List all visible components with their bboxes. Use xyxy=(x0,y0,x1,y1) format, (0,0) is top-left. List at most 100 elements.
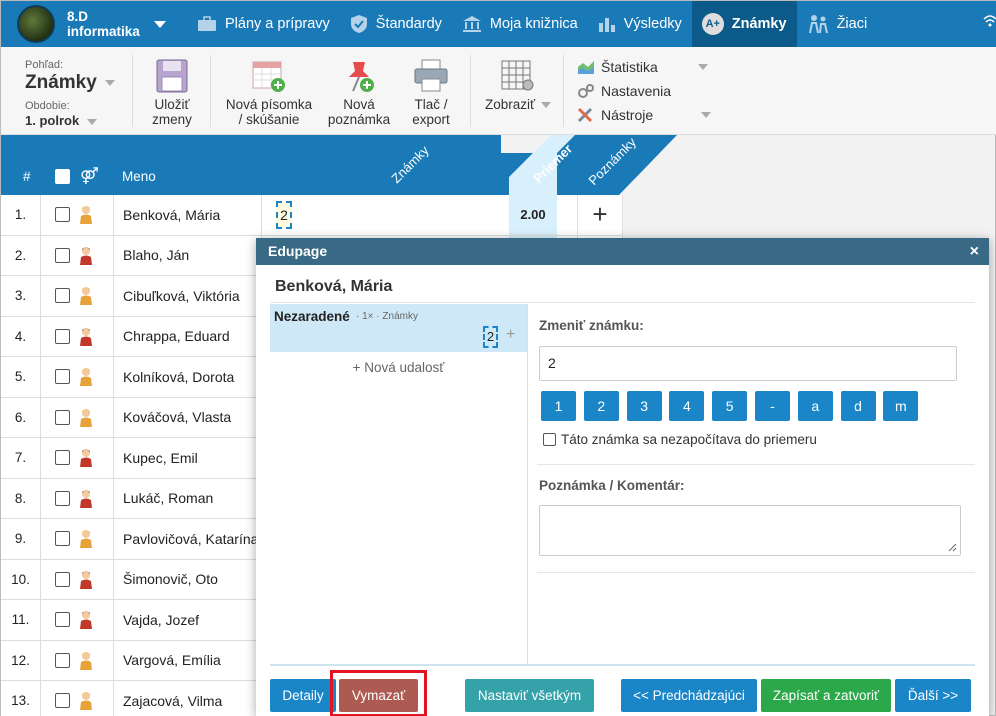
row-checkbox[interactable] xyxy=(55,693,70,708)
period-selector[interactable]: Obdobie: 1. polrok xyxy=(25,100,115,128)
row-checkbox[interactable] xyxy=(55,369,70,384)
grade-button[interactable]: - xyxy=(754,391,790,421)
student-icon xyxy=(80,206,92,224)
grade-button[interactable]: a xyxy=(797,391,833,421)
row-number: 13. xyxy=(1,681,41,716)
grade-cell[interactable]: 2 xyxy=(276,201,292,229)
previous-button[interactable]: << Predchádzajúci xyxy=(621,679,757,712)
grade-button[interactable]: 1 xyxy=(541,391,576,421)
row-checkbox[interactable] xyxy=(55,207,70,222)
average-cell: 2.00 xyxy=(509,195,557,235)
student-name[interactable]: Šimonovič, Oto xyxy=(113,559,261,599)
add-grade-icon[interactable]: + xyxy=(506,326,515,344)
row-checkbox[interactable] xyxy=(55,409,70,425)
row-number: 4. xyxy=(1,316,41,356)
student-name[interactable]: Lukáč, Roman xyxy=(113,478,261,518)
student-name[interactable]: Vargová, Emília xyxy=(113,640,261,680)
grade-button[interactable]: d xyxy=(840,391,876,421)
add-note-icon[interactable]: + xyxy=(577,195,623,235)
nav-standards[interactable]: Štandardy xyxy=(340,1,452,47)
chevron-down-icon xyxy=(153,20,166,28)
nav-students[interactable]: Žiaci xyxy=(797,1,878,47)
row-checkbox[interactable] xyxy=(55,328,70,344)
student-name[interactable]: Blaho, Ján xyxy=(113,235,261,275)
new-event-link[interactable]: + Nová udalosť xyxy=(270,360,527,375)
save-changes-button[interactable]: Uložiť zmeny xyxy=(147,59,197,127)
nav-library[interactable]: Moja knižnica xyxy=(452,1,588,47)
grade-button[interactable]: 2 xyxy=(583,391,619,421)
row-checkbox[interactable] xyxy=(55,450,70,465)
checkbox[interactable] xyxy=(543,433,556,446)
statistics-menu[interactable]: Štatistika xyxy=(577,55,711,79)
student-name[interactable]: Benková, Mária xyxy=(113,195,261,235)
grade-button[interactable]: 3 xyxy=(626,391,662,421)
student-name[interactable]: Kolníková, Dorota xyxy=(113,357,261,397)
row-number: 1. xyxy=(1,195,41,235)
area-chart-icon xyxy=(578,61,594,74)
grid-settings-icon xyxy=(501,60,534,91)
print-export-button[interactable]: Tlač / export xyxy=(406,59,456,127)
set-all-button[interactable]: Nastaviť všetkým xyxy=(465,679,594,712)
student-icon xyxy=(80,408,92,427)
student-name[interactable]: Chrappa, Eduard xyxy=(113,316,261,356)
comment-textarea[interactable] xyxy=(539,505,961,556)
grade-button[interactable]: 4 xyxy=(669,391,705,421)
change-grade-label: Zmeniť známku: xyxy=(539,318,644,333)
resize-handle-icon[interactable] xyxy=(947,542,957,552)
student-name[interactable]: Cibuľková, Viktória xyxy=(113,276,261,316)
select-all-checkbox[interactable] xyxy=(55,169,70,184)
view-selector[interactable]: Pohľad: Známky Obdobie: 1. polrok xyxy=(25,59,115,128)
divider xyxy=(270,302,975,303)
top-navigation: 8.D informatika Plány a prípravy Štandar… xyxy=(1,1,996,47)
chevron-down-icon xyxy=(697,64,708,70)
row-checkbox[interactable] xyxy=(55,247,70,263)
grades-cell[interactable]: 2 xyxy=(261,195,509,235)
row-checkbox[interactable] xyxy=(55,652,70,668)
row-checkbox[interactable] xyxy=(55,288,70,303)
student-icon xyxy=(80,327,92,346)
gender-icon: ⚤ xyxy=(80,168,99,185)
grade-input[interactable]: 2 xyxy=(539,346,957,381)
new-note-button[interactable]: Nová poznámka xyxy=(326,59,392,127)
settings-menu[interactable]: Nastavenia xyxy=(577,79,711,103)
column-name[interactable]: Meno xyxy=(122,169,156,184)
chevron-down-icon xyxy=(104,79,115,86)
grade-edit-dialog: Edupage × Benková, Mária Nezaradené · 1×… xyxy=(256,238,989,716)
student-name[interactable]: Zajacová, Vilma xyxy=(113,681,261,716)
row-checkbox[interactable] xyxy=(55,531,70,546)
exclude-average-checkbox[interactable]: Táto známka sa nezapočítava do priemeru xyxy=(543,432,817,447)
table-row[interactable]: 1. Benková, Mária 2 2.00 + xyxy=(1,195,623,236)
display-button[interactable]: Zobraziť xyxy=(482,59,554,112)
class-selector[interactable]: 8.D informatika xyxy=(1,1,187,47)
grade-button[interactable]: m xyxy=(883,391,919,421)
row-checkbox[interactable] xyxy=(55,571,70,587)
save-close-button[interactable]: Zapísať a zatvoriť xyxy=(761,679,891,712)
student-name[interactable]: Vajda, Jozef xyxy=(113,600,261,640)
grade-cell[interactable]: 2 xyxy=(483,326,498,348)
nav-results[interactable]: Výsledky xyxy=(588,1,692,47)
student-icon xyxy=(80,489,92,508)
row-checkbox[interactable] xyxy=(55,612,70,627)
tools-icon xyxy=(577,107,593,123)
details-button[interactable]: Detaily xyxy=(270,679,336,712)
library-icon xyxy=(462,16,481,32)
printer-icon xyxy=(414,59,448,92)
student-name[interactable]: Kováčová, Vlasta xyxy=(113,397,261,437)
next-button[interactable]: Ďalší >> xyxy=(895,679,971,712)
footer-divider xyxy=(270,664,975,666)
student-icon xyxy=(80,368,92,386)
new-test-button[interactable]: Nová písomka / skúšanie xyxy=(223,59,315,127)
nav-grades[interactable]: A+ Známky xyxy=(691,1,797,47)
student-icon xyxy=(80,570,92,589)
row-checkbox[interactable] xyxy=(55,490,70,506)
event-item[interactable]: Nezaradené · 1× · Známky 2 + xyxy=(270,304,527,352)
student-name[interactable]: Pavlovičová, Katarína xyxy=(113,519,261,559)
close-icon[interactable]: × xyxy=(970,238,979,265)
tools-menu[interactable]: Nástroje xyxy=(577,103,712,127)
student-name[interactable]: Kupec, Emil xyxy=(113,438,261,478)
chevron-down-icon xyxy=(701,112,712,118)
pin-add-icon xyxy=(349,62,374,92)
nav-plans[interactable]: Plány a prípravy xyxy=(187,1,340,47)
event-list: Nezaradené · 1× · Známky 2 + + Nová udal… xyxy=(270,304,528,666)
grade-button[interactable]: 5 xyxy=(712,391,748,421)
